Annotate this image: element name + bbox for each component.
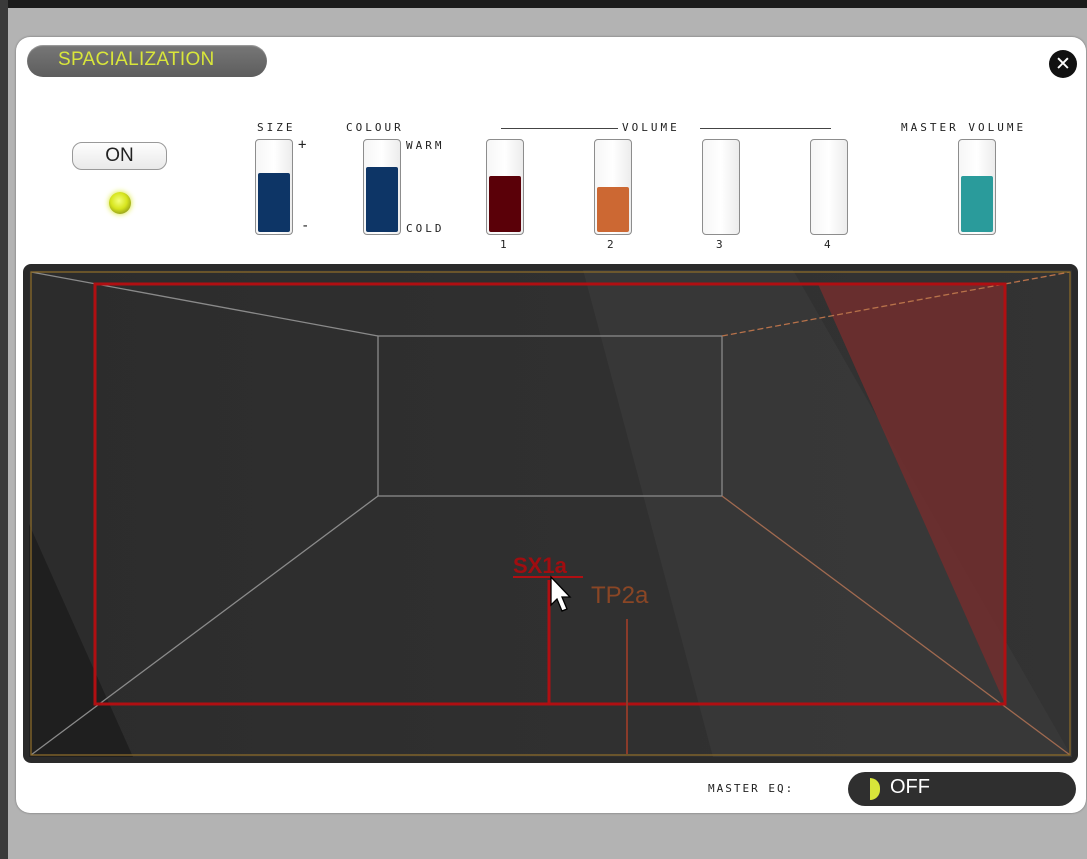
room-view[interactable]: TP2a SX1a (23, 264, 1078, 763)
master-volume-slider-fill (961, 176, 993, 232)
volume-channel-label-2: 2 (607, 238, 614, 251)
colour-label: COLOUR (346, 121, 404, 134)
master-eq-label: MASTER EQ: (708, 782, 795, 795)
volume-header-line-left (501, 128, 618, 129)
volume-header-line-right (700, 128, 831, 129)
volume-slider-4[interactable] (810, 139, 848, 235)
volume-channel-label-1: 1 (500, 238, 507, 251)
panel-title: SPACIALIZATION (58, 49, 215, 70)
on-button[interactable]: ON (72, 142, 167, 170)
colour-slider-fill (366, 167, 398, 232)
master-eq-state: OFF (890, 776, 930, 798)
size-slider[interactable] (255, 139, 293, 235)
volume-slider-1[interactable] (486, 139, 524, 235)
source-tp2a-label[interactable]: TP2a (591, 582, 649, 609)
power-led-indicator (109, 192, 131, 214)
size-plus-label: + (298, 137, 307, 153)
source-sx1a-label[interactable]: SX1a (513, 553, 568, 578)
volume-slider-fill (597, 187, 629, 232)
colour-slider[interactable] (363, 139, 401, 235)
master-volume-slider[interactable] (958, 139, 996, 235)
colour-cold-label: COLD (406, 222, 445, 235)
size-label: SIZE (257, 121, 296, 134)
window-left-border (0, 0, 8, 859)
volume-slider-2[interactable] (594, 139, 632, 235)
volume-channel-label-4: 4 (824, 238, 831, 251)
volume-label: VOLUME (622, 121, 680, 134)
size-slider-fill (258, 173, 290, 232)
volume-slider-fill (489, 176, 521, 232)
master-eq-toggle[interactable] (848, 772, 1076, 806)
master-volume-label: MASTER VOLUME (901, 121, 1027, 134)
volume-channel-label-3: 3 (716, 238, 723, 251)
volume-slider-3[interactable] (702, 139, 740, 235)
close-icon[interactable]: ✕ (1049, 50, 1077, 78)
size-minus-label: - (301, 218, 310, 234)
window-top-border (0, 0, 1087, 8)
colour-warm-label: WARM (406, 139, 445, 152)
